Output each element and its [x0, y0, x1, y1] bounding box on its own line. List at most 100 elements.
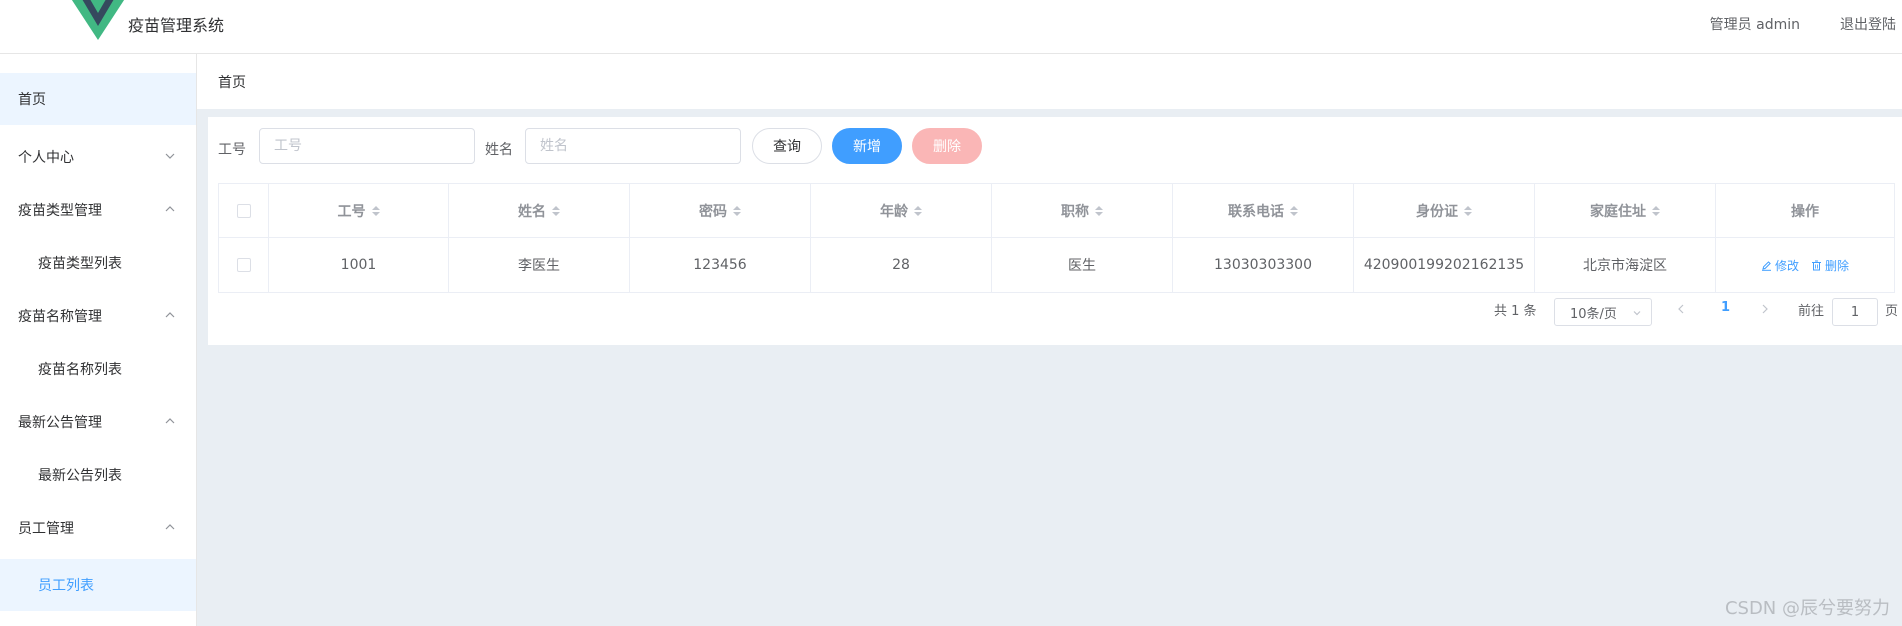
sort-caret-icon[interactable]	[914, 204, 922, 218]
chevron-up-icon	[165, 312, 175, 318]
sidebar-item-label: 疫苗类型列表	[38, 256, 122, 272]
vue-logo-icon	[68, 0, 128, 48]
pagination-total: 共 1 条	[1494, 304, 1537, 319]
chevron-right-icon[interactable]	[1759, 303, 1771, 315]
page-size-value: 10条/页	[1570, 306, 1617, 322]
column-header-label: 家庭住址	[1590, 203, 1646, 220]
add-button-label: 新增	[853, 139, 881, 155]
delete-link[interactable]: 删除	[1811, 257, 1849, 274]
sidebar-item-notice-manage[interactable]: 最新公告管理	[0, 396, 196, 448]
logout-link[interactable]: 退出登陆	[1840, 14, 1902, 34]
sidebar-item-staff-list[interactable]: 员工列表	[0, 559, 196, 611]
cell-age: 28	[811, 238, 992, 292]
chevron-left-icon[interactable]	[1675, 303, 1687, 315]
chevron-down-icon	[165, 153, 175, 159]
cell-staff-id: 1001	[269, 238, 449, 292]
column-header-label: 密码	[699, 203, 727, 220]
select-all-checkbox[interactable]	[236, 203, 251, 218]
batch-delete-button-label: 删除	[933, 139, 961, 155]
sort-caret-icon[interactable]	[1290, 204, 1298, 218]
column-header-staff-id[interactable]: 工号	[269, 184, 449, 237]
sidebar-item-home[interactable]: 首页	[0, 73, 196, 125]
sort-caret-icon[interactable]	[552, 204, 560, 218]
edit-link-label: 修改	[1774, 258, 1799, 273]
column-header-address[interactable]: 家庭住址	[1535, 184, 1716, 237]
app-root: 疫苗管理系统 管理员 admin 退出登陆 首页 个人中心 疫苗类型管理 疫苗类…	[0, 0, 1902, 626]
sort-caret-icon[interactable]	[1464, 204, 1472, 218]
sidebar-item-personal-center[interactable]: 个人中心	[0, 131, 196, 183]
column-header-actions: 操作	[1716, 184, 1894, 237]
batch-delete-button[interactable]: 删除	[912, 128, 982, 164]
sidebar-item-label: 员工列表	[38, 578, 94, 594]
sidebar-item-label: 个人中心	[18, 150, 74, 166]
staff-id-input[interactable]	[259, 128, 475, 164]
trash-icon	[1812, 260, 1821, 270]
column-header-name[interactable]: 姓名	[449, 184, 630, 237]
sidebar-item-vaccine-name-list[interactable]: 疫苗名称列表	[0, 343, 196, 395]
cell-address: 北京市海淀区	[1535, 238, 1716, 292]
table-row: 1001 李医生 123456 28 医生 13030303300 420900…	[219, 238, 1894, 292]
header-user-area: 管理员 admin 退出登陆	[1710, 14, 1902, 34]
goto-page-input[interactable]	[1832, 298, 1878, 326]
page-size-select[interactable]: 10条/页	[1554, 298, 1652, 326]
header-select-cell	[219, 184, 269, 237]
query-button-label: 查询	[773, 139, 801, 155]
staff-id-label: 工号	[218, 142, 246, 158]
add-button[interactable]: 新增	[832, 128, 902, 164]
sidebar-item-label: 疫苗名称列表	[38, 362, 122, 378]
chevron-down-icon	[1633, 311, 1641, 316]
chevron-up-icon	[165, 418, 175, 424]
page-number-current[interactable]: 1	[1721, 300, 1730, 315]
top-header: 疫苗管理系统 管理员 admin 退出登陆	[0, 0, 1902, 54]
sort-caret-icon[interactable]	[371, 204, 380, 218]
column-header-phone[interactable]: 联系电话	[1173, 184, 1354, 237]
column-header-id-card[interactable]: 身份证	[1354, 184, 1535, 237]
chevron-up-icon	[165, 524, 175, 530]
app-title: 疫苗管理系统	[128, 16, 225, 35]
column-header-label: 年龄	[880, 203, 908, 220]
sidebar-menu: 首页 个人中心 疫苗类型管理 疫苗类型列表 疫苗名称管理 疫苗名称列表 最新公告…	[0, 54, 197, 626]
row-checkbox[interactable]	[236, 258, 251, 272]
cell-name: 李医生	[449, 238, 630, 292]
breadcrumb-item-home[interactable]: 首页	[218, 72, 246, 92]
cell-title: 医生	[992, 238, 1173, 292]
column-header-label: 操作	[1791, 203, 1819, 220]
name-label: 姓名	[485, 142, 513, 158]
edit-link[interactable]: 修改	[1761, 257, 1799, 274]
sidebar-item-label: 首页	[18, 92, 46, 108]
cell-password: 123456	[630, 238, 811, 292]
column-header-age[interactable]: 年龄	[811, 184, 992, 237]
column-header-label: 工号	[337, 203, 366, 220]
sidebar-item-vaccine-type-manage[interactable]: 疫苗类型管理	[0, 184, 196, 236]
column-header-label: 职称	[1061, 203, 1089, 220]
sidebar-item-label: 最新公告列表	[38, 468, 122, 484]
breadcrumb: 首页	[197, 54, 1902, 109]
goto-label: 前往	[1798, 304, 1825, 319]
sidebar-item-vaccine-type-list[interactable]: 疫苗类型列表	[0, 237, 196, 289]
main-area: 首页 工号 姓名 查询 新增 删除	[197, 54, 1902, 626]
page-suffix: 页	[1885, 304, 1899, 319]
sidebar-item-label: 员工管理	[18, 521, 74, 537]
sort-caret-icon[interactable]	[1652, 204, 1660, 218]
watermark: CSDN @辰兮要努力	[1724, 598, 1890, 619]
sidebar-item-vaccine-name-manage[interactable]: 疫苗名称管理	[0, 290, 196, 342]
staff-table: 工号 姓名 密码 年龄 职称 联系电话 身份证 家庭住址 操作 1001 李医生…	[218, 183, 1895, 293]
cell-actions: 修改 删除	[1716, 238, 1894, 292]
sort-caret-icon[interactable]	[1095, 204, 1103, 218]
sidebar-item-label: 疫苗类型管理	[18, 203, 102, 219]
name-input[interactable]	[525, 128, 741, 164]
column-header-label: 联系电话	[1228, 203, 1284, 220]
cell-phone: 13030303300	[1173, 238, 1354, 292]
delete-link-label: 删除	[1825, 258, 1850, 273]
sidebar-item-label: 疫苗名称管理	[18, 309, 102, 325]
current-user: 管理员 admin	[1709, 17, 1800, 33]
cell-id-card: 420900199202162135	[1354, 238, 1535, 292]
column-header-password[interactable]: 密码	[630, 184, 811, 237]
edit-icon	[1761, 260, 1771, 271]
sidebar-item-notice-list[interactable]: 最新公告列表	[0, 449, 196, 501]
query-button[interactable]: 查询	[752, 128, 822, 164]
sidebar-item-staff-manage[interactable]: 员工管理	[0, 502, 196, 554]
row-select-cell	[219, 238, 269, 292]
column-header-title[interactable]: 职称	[992, 184, 1173, 237]
sort-caret-icon[interactable]	[733, 204, 741, 218]
